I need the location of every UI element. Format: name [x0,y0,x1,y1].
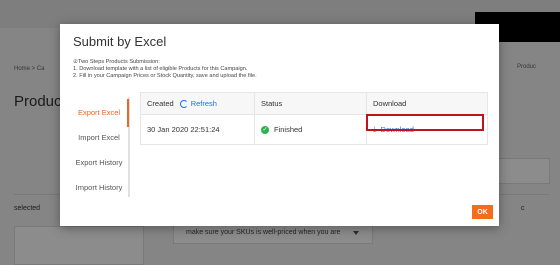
tab-import-history[interactable]: Import History [68,183,130,192]
header-created: Created Refresh [141,93,255,114]
submit-excel-dialog: Submit by Excel ②Two Steps Products Subm… [60,24,499,226]
dialog-title: Submit by Excel [73,34,167,49]
refresh-label: Refresh [190,99,217,108]
check-circle-icon: ✓ [261,125,269,134]
refresh-icon [179,99,188,108]
ok-button[interactable]: OK [472,205,493,219]
tab-export-excel[interactable]: Export Excel [68,108,130,117]
table-header: Created Refresh Status Download [141,93,487,115]
instructions: ②Two Steps Products Submission: 1. Downl… [73,59,257,80]
header-created-label: Created [147,99,174,108]
status-label: Finished [274,125,303,134]
instruction-line: 1. Download template with a list of elig… [73,66,248,72]
tab-export-history[interactable]: Export History [68,158,130,167]
highlight-box [366,114,484,131]
cell-created: 30 Jan 2020 22:51:24 [141,115,255,144]
cell-status: ✓ Finished [255,115,367,144]
tab-import-excel[interactable]: Import Excel [68,133,130,142]
side-tabs: Export Excel Import Excel Export History… [68,97,130,197]
instruction-line: ②Two Steps Products Submission: [73,59,160,65]
refresh-button[interactable]: Refresh [179,99,217,108]
header-status: Status [255,93,367,114]
instruction-line: 2. Fill in your Campaign Prices or Stock… [73,73,257,79]
header-download: Download [373,99,407,108]
